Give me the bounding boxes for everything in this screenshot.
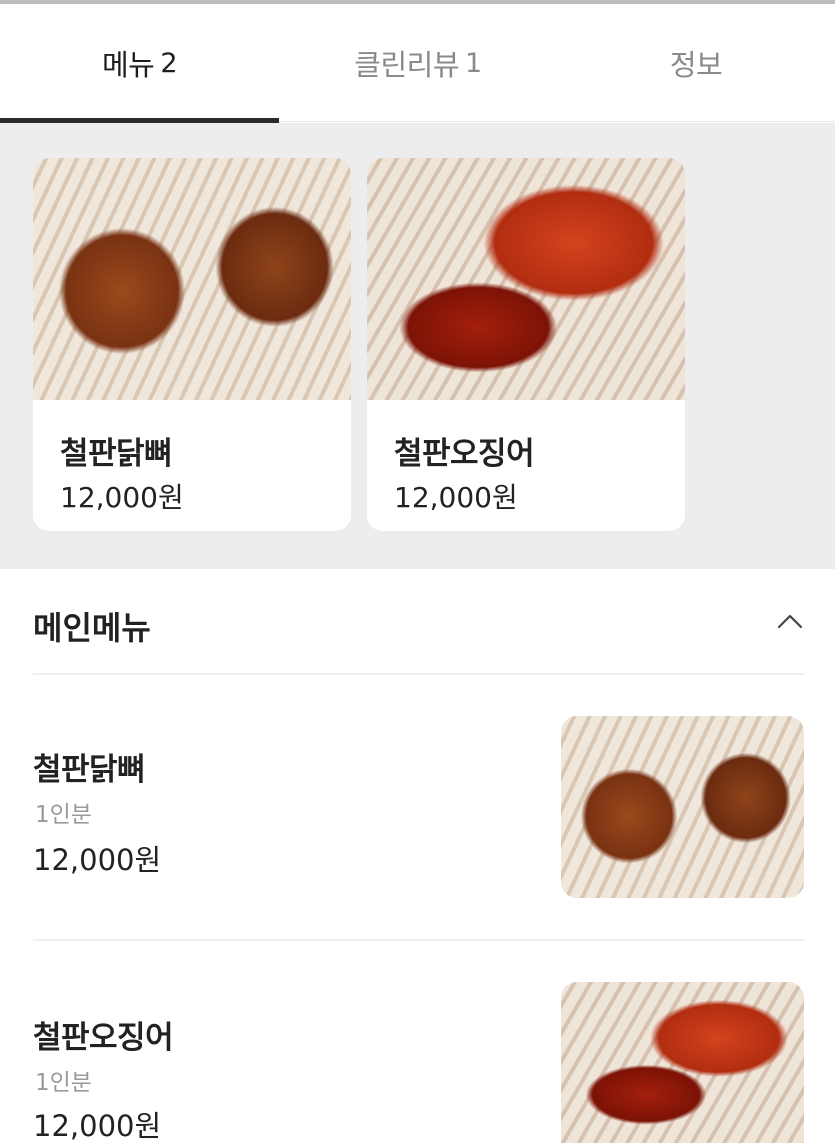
featured-item-price: 12,000원 (60, 481, 184, 514)
menu-item-price: 12,000원 (33, 1109, 162, 1143)
menu-item-image (561, 716, 804, 898)
featured-menu-area: 철판닭뼈 12,000원 철판오징어 12,000원 (0, 123, 835, 569)
tab-menu[interactable]: 메뉴 2 (0, 4, 279, 122)
tab-info-label: 정보 (669, 48, 723, 82)
tab-menu-label: 메뉴 (101, 48, 155, 82)
menu-item-serving: 1인분 (35, 802, 92, 828)
tab-menu-count: 2 (160, 47, 178, 79)
menu-item-price: 12,000원 (33, 843, 162, 877)
main-menu-section: 메인메뉴 철판닭뼈 1인분 12,000원 철판오징어 1인분 12,000원 (0, 569, 835, 1143)
divider (33, 673, 805, 675)
featured-item-name: 철판닭뼈 (60, 436, 173, 472)
featured-card[interactable]: 철판닭뼈 12,000원 (33, 158, 351, 531)
featured-food-image (367, 158, 685, 400)
featured-item-price: 12,000원 (394, 481, 518, 514)
menu-item-name: 철판오징어 (33, 1020, 174, 1056)
featured-card[interactable]: 철판오징어 12,000원 (367, 158, 685, 531)
menu-item-image (561, 982, 804, 1143)
tab-bar: 메뉴 2 클린리뷰 1 정보 (0, 4, 835, 123)
tab-info[interactable]: 정보 (557, 4, 835, 122)
menu-item-name: 철판닭뼈 (33, 752, 146, 788)
featured-food-image (33, 158, 351, 400)
section-title: 메인메뉴 (33, 609, 151, 647)
tab-clean-review-count: 1 (465, 47, 482, 79)
menu-item-serving: 1인분 (35, 1070, 92, 1096)
divider (33, 939, 805, 941)
tab-clean-review-label: 클린리뷰 (354, 48, 460, 82)
chevron-up-icon[interactable] (770, 605, 810, 637)
featured-item-name: 철판오징어 (394, 436, 535, 472)
tab-clean-review[interactable]: 클린리뷰 1 (279, 4, 557, 122)
